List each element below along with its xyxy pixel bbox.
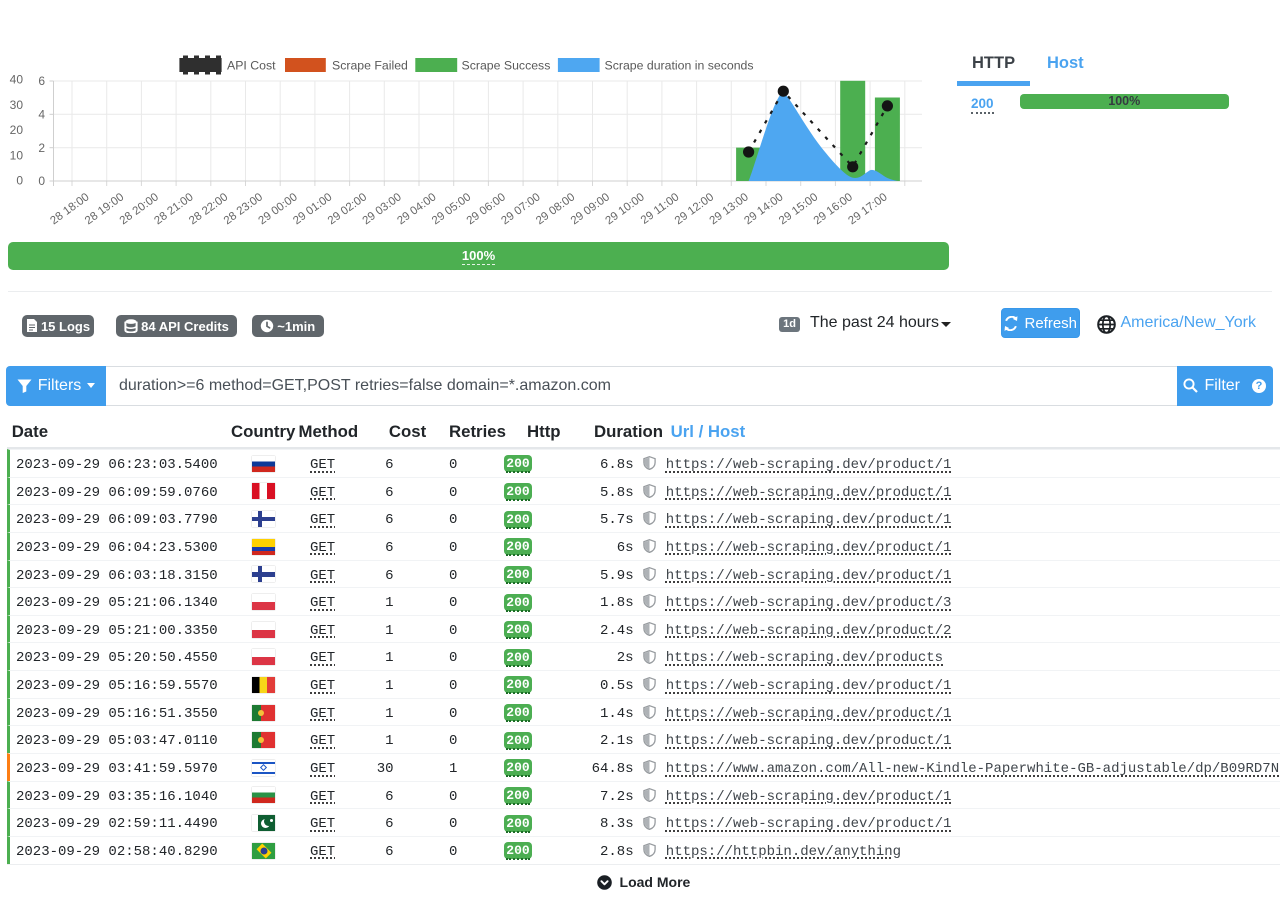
svg-text:Scrape Success: Scrape Success [462,59,551,73]
svg-text:API Cost: API Cost [227,59,276,73]
svg-text:4: 4 [38,108,45,122]
svg-text:10: 10 [10,148,24,162]
svg-text:0: 0 [16,174,23,188]
svg-text:Scrape Failed: Scrape Failed [332,59,408,73]
svg-text:30: 30 [10,98,24,112]
svg-text:6: 6 [38,74,45,88]
svg-text:40: 40 [10,73,24,87]
svg-text:Scrape duration in seconds: Scrape duration in seconds [605,59,754,73]
svg-text:20: 20 [10,123,24,137]
svg-text:29 10:00: 29 10:00 [603,191,646,227]
svg-text:2: 2 [38,141,45,155]
svg-text:29 17:00: 29 17:00 [846,191,889,227]
svg-text:0: 0 [38,174,45,188]
